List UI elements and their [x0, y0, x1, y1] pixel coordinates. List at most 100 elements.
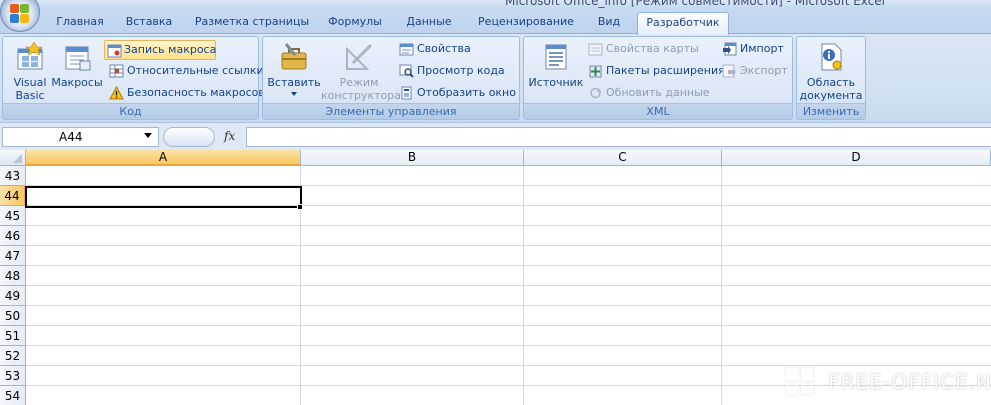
active-cell[interactable] — [25, 186, 302, 208]
grid-line — [26, 265, 991, 266]
properties-button[interactable]: Свойства — [397, 39, 471, 59]
import-label: Импорт — [740, 42, 784, 55]
group-xml-label: XML — [524, 103, 792, 119]
tab-home[interactable]: Главная — [48, 12, 112, 34]
name-box[interactable]: A44 — [2, 127, 159, 147]
column-header-a[interactable]: A — [26, 150, 301, 166]
group-modify: Область документа Изменить — [796, 36, 866, 120]
design-mode-button[interactable]: Режим конструктора — [321, 41, 401, 102]
run-dialog-label: Отобразить окно — [417, 86, 516, 99]
design-mode-label: Режим конструктора — [321, 76, 402, 102]
tab-developer[interactable]: Разработчик — [637, 12, 729, 35]
tab-formulas[interactable]: Формулы — [322, 12, 388, 34]
fx-area: fx — [163, 127, 245, 147]
xml-source-icon — [540, 41, 572, 73]
insert-control-label: Вставить — [267, 76, 321, 89]
record-macro-button[interactable]: Запись макроса — [104, 40, 216, 60]
record-macro-label: Запись макроса — [124, 43, 217, 56]
group-xml: Источник Свойства карты Пакеты расширени… — [523, 36, 793, 120]
row-header[interactable]: 46 — [0, 226, 26, 246]
office-logo-icon — [10, 4, 30, 24]
title-bar: Microsoft Office_info [Режим совместимос… — [0, 0, 991, 9]
group-modify-label: Изменить — [797, 103, 865, 119]
tab-review[interactable]: Рецензирование — [470, 12, 582, 34]
export-label: Экспорт — [740, 64, 788, 77]
refresh-data-label: Обновить данные — [606, 86, 710, 99]
refresh-data-button[interactable]: Обновить данные — [586, 83, 710, 103]
export-icon — [722, 64, 737, 78]
xml-source-label: Источник — [528, 76, 584, 89]
insert-control-button[interactable]: Вставить — [267, 41, 321, 96]
row-header[interactable]: 54 — [0, 386, 26, 405]
row-header[interactable]: 48 — [0, 266, 26, 286]
view-code-button[interactable]: Просмотр кода — [397, 61, 505, 81]
ribbon-tabs: Главная Вставка Разметка страницы Формул… — [0, 9, 991, 35]
relative-references-button[interactable]: Относительные ссылки — [107, 61, 264, 81]
export-button[interactable]: Экспорт — [720, 61, 788, 81]
select-all-button[interactable] — [0, 150, 26, 166]
row-header[interactable]: 49 — [0, 286, 26, 306]
group-code-label: Код — [3, 103, 258, 119]
grid-line — [26, 305, 991, 306]
import-icon — [722, 42, 737, 56]
macros-button[interactable]: Макросы — [51, 41, 103, 89]
tab-insert[interactable]: Вставка — [118, 12, 180, 34]
tab-data[interactable]: Данные — [398, 12, 460, 34]
document-panel-label: Область документа — [799, 76, 863, 102]
row-header[interactable]: 53 — [0, 366, 26, 386]
macro-security-button[interactable]: Безопасность макросов — [107, 83, 265, 103]
map-properties-button[interactable]: Свойства карты — [586, 39, 699, 59]
formula-input[interactable] — [246, 127, 991, 147]
run-dialog-button[interactable]: Отобразить окно — [397, 83, 516, 103]
row-header[interactable]: 43 — [0, 166, 26, 186]
relative-references-label: Относительные ссылки — [127, 64, 264, 77]
macros-icon — [61, 41, 93, 73]
map-properties-label: Свойства карты — [606, 42, 699, 55]
group-controls-label: Элементы управления — [263, 103, 519, 119]
map-properties-icon — [588, 42, 603, 56]
row-header[interactable]: 52 — [0, 346, 26, 366]
row-header[interactable]: 44 — [0, 186, 26, 206]
fill-handle[interactable] — [297, 204, 303, 210]
macros-label: Макросы — [51, 76, 103, 89]
watermark-text: FREE-OFFICE.NET — [828, 370, 991, 394]
macro-security-label: Безопасность макросов — [127, 86, 265, 99]
tab-page-layout[interactable]: Разметка страницы — [189, 12, 315, 34]
spreadsheet-grid[interactable]: A B C D 43 44 45 46 47 48 49 50 51 52 53… — [0, 150, 991, 405]
insert-function-button[interactable]: fx — [224, 129, 235, 143]
refresh-icon — [588, 86, 603, 100]
toolbox-icon — [278, 41, 310, 73]
chevron-down-icon[interactable] — [144, 133, 152, 138]
row-header[interactable]: 47 — [0, 246, 26, 266]
design-mode-icon — [343, 41, 375, 73]
relative-references-icon — [109, 64, 124, 78]
tab-view[interactable]: Вид — [589, 12, 629, 34]
grid-line — [26, 245, 991, 246]
properties-icon — [399, 42, 414, 56]
grid-line — [26, 365, 991, 366]
visual-basic-label: Visual Basic — [13, 76, 47, 102]
grid-line — [26, 285, 991, 286]
row-header[interactable]: 50 — [0, 306, 26, 326]
column-header-d[interactable]: D — [722, 150, 991, 166]
document-panel-icon — [815, 41, 847, 73]
row-header[interactable]: 51 — [0, 326, 26, 346]
column-header-c[interactable]: C — [524, 150, 722, 166]
run-dialog-icon — [399, 86, 414, 100]
group-controls: Вставить Режим конструктора Свойства Про… — [262, 36, 520, 120]
expansion-packs-label: Пакеты расширения — [606, 64, 725, 77]
row-header[interactable]: 45 — [0, 206, 26, 226]
import-button[interactable]: Импорт — [720, 39, 784, 59]
document-panel-button[interactable]: Область документа — [799, 41, 863, 102]
grid-line — [26, 325, 991, 326]
visual-basic-button[interactable]: Visual Basic — [7, 41, 53, 102]
xml-source-button[interactable]: Источник — [528, 41, 584, 89]
column-header-b[interactable]: B — [301, 150, 524, 166]
expansion-packs-button[interactable]: Пакеты расширения — [586, 61, 725, 81]
watermark-logo-icon — [786, 368, 816, 398]
warning-icon — [109, 85, 124, 100]
grid-line — [26, 225, 991, 226]
view-code-label: Просмотр кода — [417, 64, 505, 77]
formula-bar-resize-handle[interactable] — [163, 127, 215, 147]
window-title: Microsoft Office_info [Режим совместимос… — [505, 0, 886, 8]
